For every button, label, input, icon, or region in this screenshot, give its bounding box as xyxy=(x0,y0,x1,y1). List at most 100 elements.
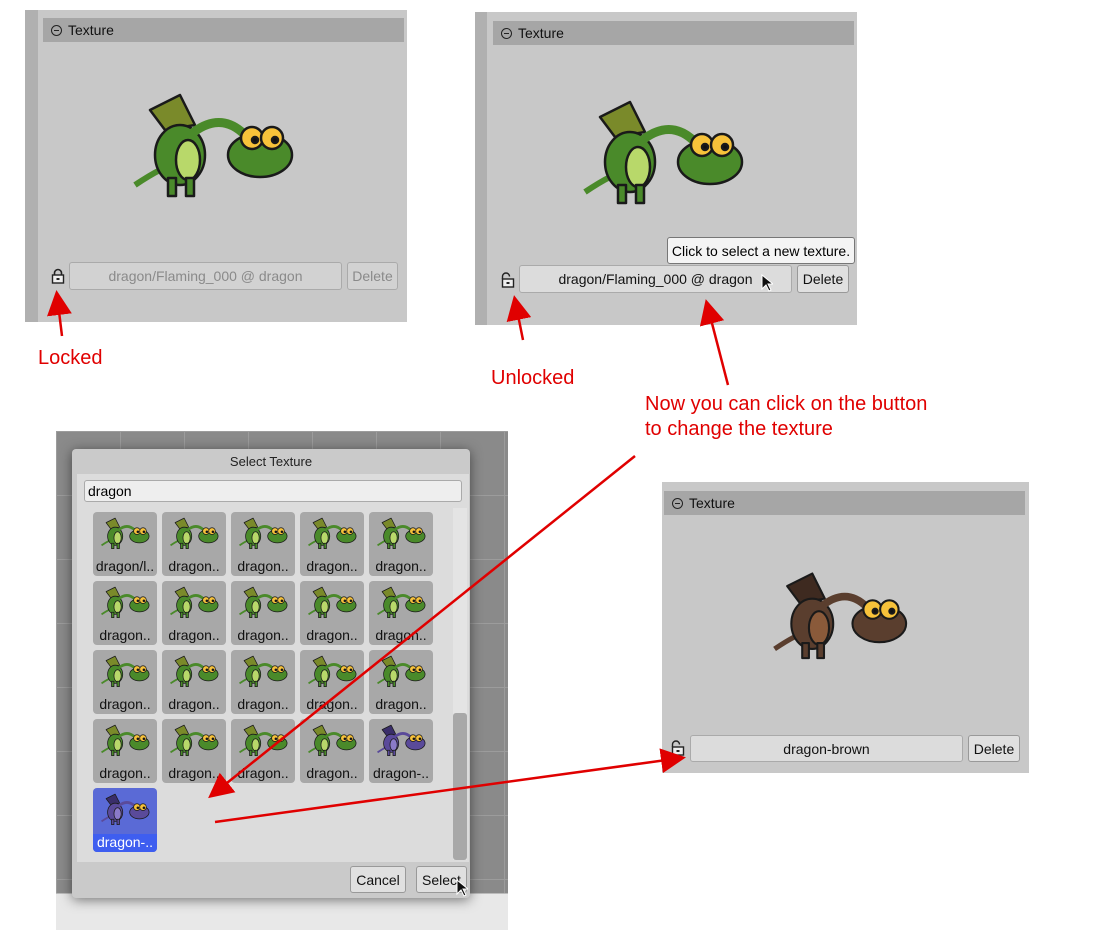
delete-button[interactable]: Delete xyxy=(968,735,1020,762)
texture-tile[interactable]: dragon.. xyxy=(300,719,364,783)
tile-label: dragon.. xyxy=(237,696,289,712)
texture-tile[interactable]: dragon.. xyxy=(300,512,364,576)
tile-label: dragon.. xyxy=(99,765,151,781)
texture-tile[interactable]: dragon.. xyxy=(231,581,295,645)
dragon-thumbnail xyxy=(101,724,150,757)
dragon-thumbnail xyxy=(239,517,288,550)
texture-tile[interactable]: dragon.. xyxy=(369,512,433,576)
dialog-content: dragon/l.. dragon.. dragon.. dragon.. xyxy=(77,474,469,862)
annotation-unlocked: Unlocked xyxy=(491,367,575,389)
dragon-thumbnail xyxy=(377,517,426,550)
tile-label: dragon.. xyxy=(237,558,289,574)
texture-preview xyxy=(773,572,908,660)
texture-panel-unlocked: Texture Click to select a new texture. d… xyxy=(475,12,857,325)
panel-header[interactable]: Texture xyxy=(43,18,404,42)
dragon-thumbnail xyxy=(101,586,150,619)
dragon-thumbnail xyxy=(377,724,426,757)
texture-tile[interactable]: dragon.. xyxy=(162,512,226,576)
tooltip: Click to select a new texture. xyxy=(667,237,855,264)
texture-preview xyxy=(133,93,294,198)
texture-tile[interactable]: dragon.. xyxy=(231,512,295,576)
texture-tile[interactable]: dragon.. xyxy=(231,719,295,783)
delete-button[interactable]: Delete xyxy=(347,262,398,290)
tile-label: dragon.. xyxy=(237,765,289,781)
texture-tile[interactable]: dragon.. xyxy=(93,581,157,645)
panel-header[interactable]: Texture xyxy=(664,491,1025,515)
texture-select-button[interactable]: dragon/Flaming_000 @ dragon xyxy=(519,265,792,293)
dragon-thumbnail xyxy=(308,655,357,688)
tile-label: dragon-.. xyxy=(93,834,157,852)
dragon-thumbnail xyxy=(170,517,219,550)
collapse-icon[interactable] xyxy=(51,24,62,36)
tile-label: dragon.. xyxy=(306,558,358,574)
texture-select-button[interactable]: dragon/Flaming_000 @ dragon xyxy=(69,262,342,290)
texture-tile[interactable]: dragon.. xyxy=(162,650,226,714)
dragon-thumbnail xyxy=(239,724,288,757)
annotation-instructions: Now you can click on the button to chang… xyxy=(645,392,927,442)
dragon-thumbnail xyxy=(101,655,150,688)
panel-edge xyxy=(25,10,38,322)
texture-tile[interactable]: dragon.. xyxy=(231,650,295,714)
header-title: Texture xyxy=(518,25,564,41)
texture-tile[interactable]: dragon.. xyxy=(369,650,433,714)
dragon-thumbnail xyxy=(170,724,219,757)
texture-tile[interactable]: dragon.. xyxy=(162,719,226,783)
tile-label: dragon-.. xyxy=(372,765,430,781)
texture-tile[interactable]: dragon-.. xyxy=(369,719,433,783)
dragon-thumbnail xyxy=(308,517,357,550)
texture-preview xyxy=(583,100,744,205)
delete-button[interactable]: Delete xyxy=(797,265,849,293)
dragon-thumbnail xyxy=(377,586,426,619)
mouse-cursor-icon xyxy=(761,274,773,292)
texture-tile[interactable]: dragon/l.. xyxy=(93,512,157,576)
tile-label: dragon.. xyxy=(168,696,220,712)
dragon-thumbnail xyxy=(239,586,288,619)
dragon-thumbnail xyxy=(101,517,150,550)
texture-tile[interactable]: dragon.. xyxy=(369,581,433,645)
header-title: Texture xyxy=(68,22,114,38)
texture-tile[interactable]: dragon-.. xyxy=(93,788,157,852)
collapse-icon[interactable] xyxy=(672,497,683,509)
texture-tile[interactable]: dragon.. xyxy=(93,650,157,714)
header-title: Texture xyxy=(689,495,735,511)
tile-label: dragon.. xyxy=(375,627,427,643)
dragon-thumbnail xyxy=(308,586,357,619)
scrollbar[interactable] xyxy=(453,508,467,860)
mouse-cursor-icon xyxy=(456,879,468,897)
texture-tile[interactable]: dragon.. xyxy=(162,581,226,645)
annotation-locked: Locked xyxy=(38,347,103,369)
cancel-button[interactable]: Cancel xyxy=(350,866,406,893)
dragon-thumbnail xyxy=(308,724,357,757)
panel-header[interactable]: Texture xyxy=(493,21,854,45)
tile-label: dragon.. xyxy=(306,627,358,643)
tile-label: dragon.. xyxy=(306,765,358,781)
unlock-icon[interactable] xyxy=(499,272,515,288)
texture-panel-locked: Texture dragon/Flaming_000 @ dragon Dele… xyxy=(25,10,407,322)
tile-label: dragon.. xyxy=(168,627,220,643)
dragon-thumbnail xyxy=(101,793,150,826)
tile-label: dragon/l.. xyxy=(95,558,155,574)
dragon-thumbnail xyxy=(239,655,288,688)
texture-panel-changed: Texture dragon-brown Delete xyxy=(662,482,1029,773)
texture-tile[interactable]: dragon.. xyxy=(300,581,364,645)
scrollbar-thumb[interactable] xyxy=(453,713,467,860)
lock-icon[interactable] xyxy=(51,268,65,284)
annotation-line: Now you can click on the button xyxy=(645,393,928,415)
panel-edge xyxy=(475,12,487,325)
tile-label: dragon.. xyxy=(168,765,220,781)
tile-label: dragon.. xyxy=(237,627,289,643)
tile-label: dragon.. xyxy=(375,558,427,574)
texture-select-button[interactable]: dragon-brown xyxy=(690,735,963,762)
dragon-thumbnail xyxy=(377,655,426,688)
collapse-icon[interactable] xyxy=(501,27,512,39)
texture-tile[interactable]: dragon.. xyxy=(93,719,157,783)
annotation-line: to change the texture xyxy=(645,418,833,440)
tile-label: dragon.. xyxy=(99,627,151,643)
dragon-thumbnail xyxy=(170,655,219,688)
unlock-icon[interactable] xyxy=(669,740,685,756)
select-texture-dialog: Select Texture dragon/l.. dragon.. drago… xyxy=(72,449,470,898)
texture-tile[interactable]: dragon.. xyxy=(300,650,364,714)
bottom-bar xyxy=(56,893,508,930)
tile-label: dragon.. xyxy=(375,696,427,712)
dragon-thumbnail xyxy=(170,586,219,619)
